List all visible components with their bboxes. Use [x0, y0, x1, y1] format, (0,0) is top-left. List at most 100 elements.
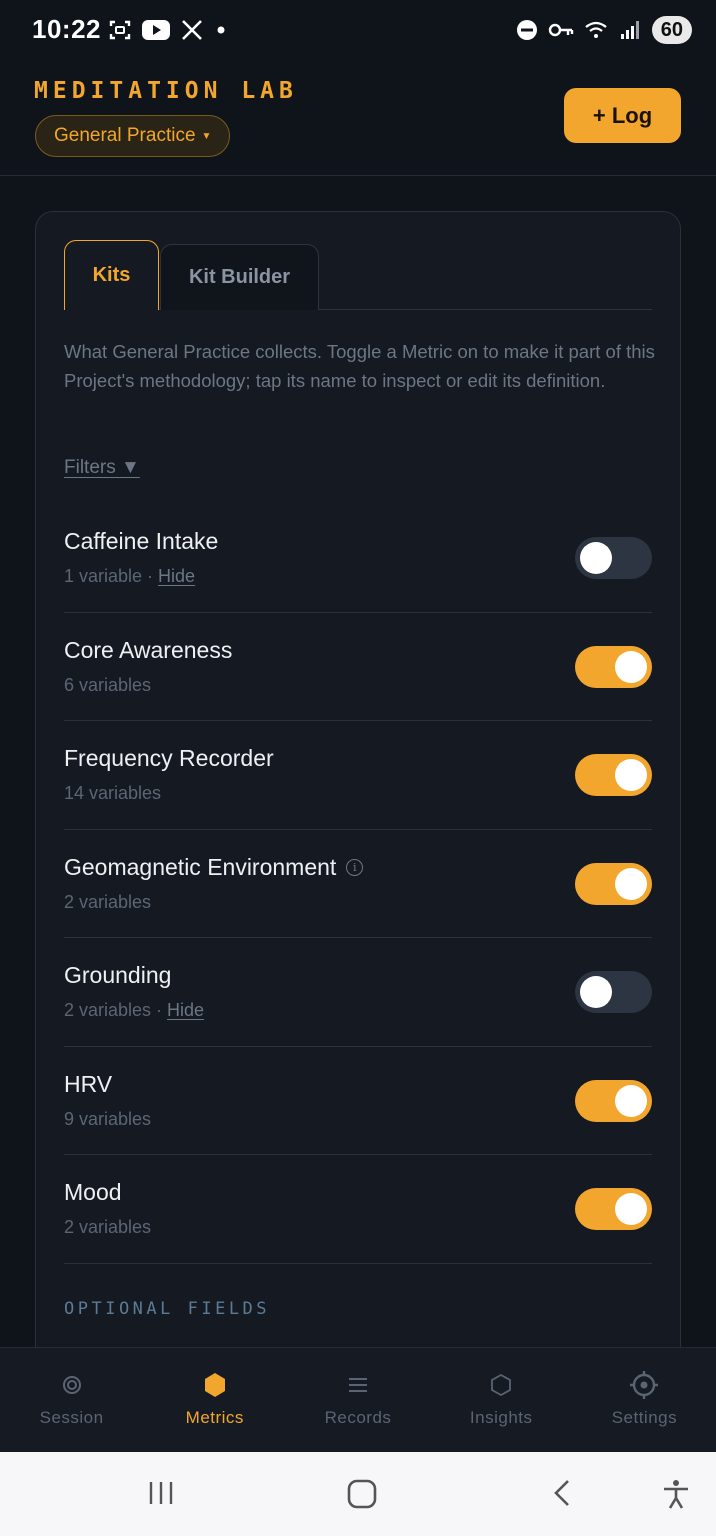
metric-name[interactable]: Caffeine Intake: [64, 528, 218, 555]
nav-label: Settings: [611, 1408, 678, 1427]
tab-bar: Kits Kit Builder: [64, 240, 652, 310]
nav-item-metrics[interactable]: Metrics: [143, 1348, 286, 1452]
toggle-knob: [615, 759, 647, 791]
metric-name-label: Frequency Recorder: [64, 745, 274, 771]
metric-name-label: Mood: [64, 1179, 122, 1205]
toggle-knob: [615, 867, 647, 900]
metric-name-label: HRV: [64, 1070, 113, 1097]
variable-count-label: 14 variables: [64, 783, 162, 803]
variable-count-label: 9 variables: [64, 1108, 152, 1129]
toggle-knob: [615, 1193, 647, 1225]
notification-icons: [108, 18, 228, 42]
metric-toggle[interactable]: [575, 1188, 652, 1230]
metric-name[interactable]: HRV: [64, 1071, 112, 1098]
app-header: MEDITATION LAB General Practice ▼ + Log: [0, 64, 716, 176]
dnd-icon: [516, 20, 537, 40]
battery-indicator: 60: [651, 16, 692, 44]
hexagon-outline-icon: [490, 1370, 512, 1400]
metric-row: Grounding 2 variables · Hide: [64, 938, 652, 1047]
status-time: 10:22: [32, 14, 101, 44]
metric-name[interactable]: Core Awareness: [64, 637, 232, 664]
metric-toggle[interactable]: [575, 862, 652, 905]
caret-down-icon: ▼: [201, 130, 212, 142]
metric-row: Mood 2 variables: [64, 1155, 652, 1264]
nav-label: Records: [324, 1408, 392, 1427]
toggle-knob: [615, 650, 647, 683]
nav-item-session[interactable]: Session: [0, 1348, 143, 1452]
hide-link[interactable]: Hide: [167, 1000, 204, 1020]
gear-icon: [629, 1370, 659, 1400]
metric-toggle[interactable]: [575, 537, 652, 579]
metric-name-label: Geomagnetic Environment: [64, 853, 337, 880]
list-icon: [347, 1370, 369, 1400]
filters-link[interactable]: Filters ▼: [64, 457, 140, 479]
metric-variable-count: 2 variables: [64, 892, 151, 913]
vpn-key-icon: [548, 23, 573, 37]
metric-name-label: Grounding: [64, 962, 172, 988]
metric-row: Frequency Recorder 14 variables: [64, 721, 652, 830]
variable-count-label: 2 variables: [64, 1000, 152, 1020]
signal-icon: [620, 21, 639, 39]
separator: ·: [151, 1000, 168, 1020]
metric-name[interactable]: Mood: [64, 1179, 122, 1206]
app-screen: 10:22 60 MEDITATION LAB General Practice…: [0, 0, 716, 1536]
metric-name[interactable]: Geomagnetic Environment i: [64, 853, 364, 881]
hide-link[interactable]: Hide: [158, 566, 195, 586]
metric-row: Core Awareness 6 variables: [64, 613, 652, 721]
project-name: General Practice: [54, 125, 196, 146]
nav-label: Insights: [469, 1408, 533, 1427]
app-title: MEDITATION LAB: [34, 78, 298, 104]
kits-card: Kits Kit Builder What General Practice c…: [35, 211, 681, 1411]
x-icon: [182, 20, 202, 40]
dot-icon: [217, 26, 225, 34]
toggle-knob: [580, 976, 612, 1008]
metric-row: Caffeine Intake 1 variable · Hide: [64, 504, 652, 613]
toggle-knob: [580, 542, 612, 574]
metric-variable-count: 9 variables: [64, 1109, 151, 1130]
home-icon[interactable]: [346, 1478, 378, 1510]
toggle-knob: [615, 1084, 647, 1117]
metric-variable-count: 2 variables: [64, 1217, 151, 1238]
info-icon[interactable]: i: [346, 858, 364, 876]
bottom-nav: Session Metrics Records Insights Settings: [0, 1347, 716, 1452]
screenshot-icon: [109, 20, 131, 40]
metric-toggle[interactable]: [575, 1079, 652, 1122]
metric-toggle[interactable]: [575, 971, 652, 1013]
target-icon: [61, 1370, 83, 1400]
variable-count-label: 2 variables: [64, 891, 152, 912]
youtube-icon: [142, 20, 170, 40]
nav-label: Metrics: [185, 1408, 244, 1427]
variable-count-label: 1 variable: [64, 566, 143, 586]
nav-item-settings[interactable]: Settings: [573, 1348, 716, 1452]
kits-description: What General Practice collects. Toggle a…: [64, 341, 655, 391]
status-bar: 10:22 60: [0, 0, 716, 64]
system-status-icons: 60: [516, 16, 692, 44]
metric-name[interactable]: Frequency Recorder: [64, 745, 274, 772]
metric-name-label: Core Awareness: [64, 636, 233, 663]
hexagon-filled-icon: [203, 1370, 227, 1400]
nav-label: Session: [39, 1408, 104, 1427]
tab-kit-builder[interactable]: Kit Builder: [160, 244, 319, 310]
variable-count-label: 6 variables: [64, 674, 152, 695]
metric-variable-count: 2 variables · Hide: [64, 1000, 204, 1021]
metric-toggle[interactable]: [575, 754, 652, 796]
metric-variable-count: 1 variable · Hide: [64, 566, 195, 587]
nav-item-records[interactable]: Records: [286, 1348, 429, 1452]
project-selector[interactable]: General Practice ▼: [35, 115, 231, 157]
variable-count-label: 2 variables: [64, 1217, 152, 1237]
optional-fields-heading: OPTIONAL FIELDS: [64, 1299, 271, 1319]
log-button[interactable]: + Log: [564, 88, 681, 143]
metric-variable-count: 6 variables: [64, 675, 151, 696]
recent-apps-icon[interactable]: [146, 1478, 176, 1508]
back-icon[interactable]: [548, 1478, 578, 1508]
metric-row: HRV 9 variables: [64, 1047, 652, 1155]
metric-name[interactable]: Grounding: [64, 962, 171, 989]
metric-variable-count: 14 variables: [64, 783, 161, 804]
accessibility-icon[interactable]: [660, 1478, 692, 1510]
tab-kits[interactable]: Kits: [64, 240, 159, 310]
metric-toggle[interactable]: [575, 645, 652, 688]
metric-row: Geomagnetic Environment i 2 variables: [64, 830, 652, 938]
metric-name-label: Caffeine Intake: [64, 528, 219, 554]
nav-item-insights[interactable]: Insights: [430, 1348, 573, 1452]
metric-list: Caffeine Intake 1 variable · Hide Core Awa…: [64, 504, 652, 1264]
